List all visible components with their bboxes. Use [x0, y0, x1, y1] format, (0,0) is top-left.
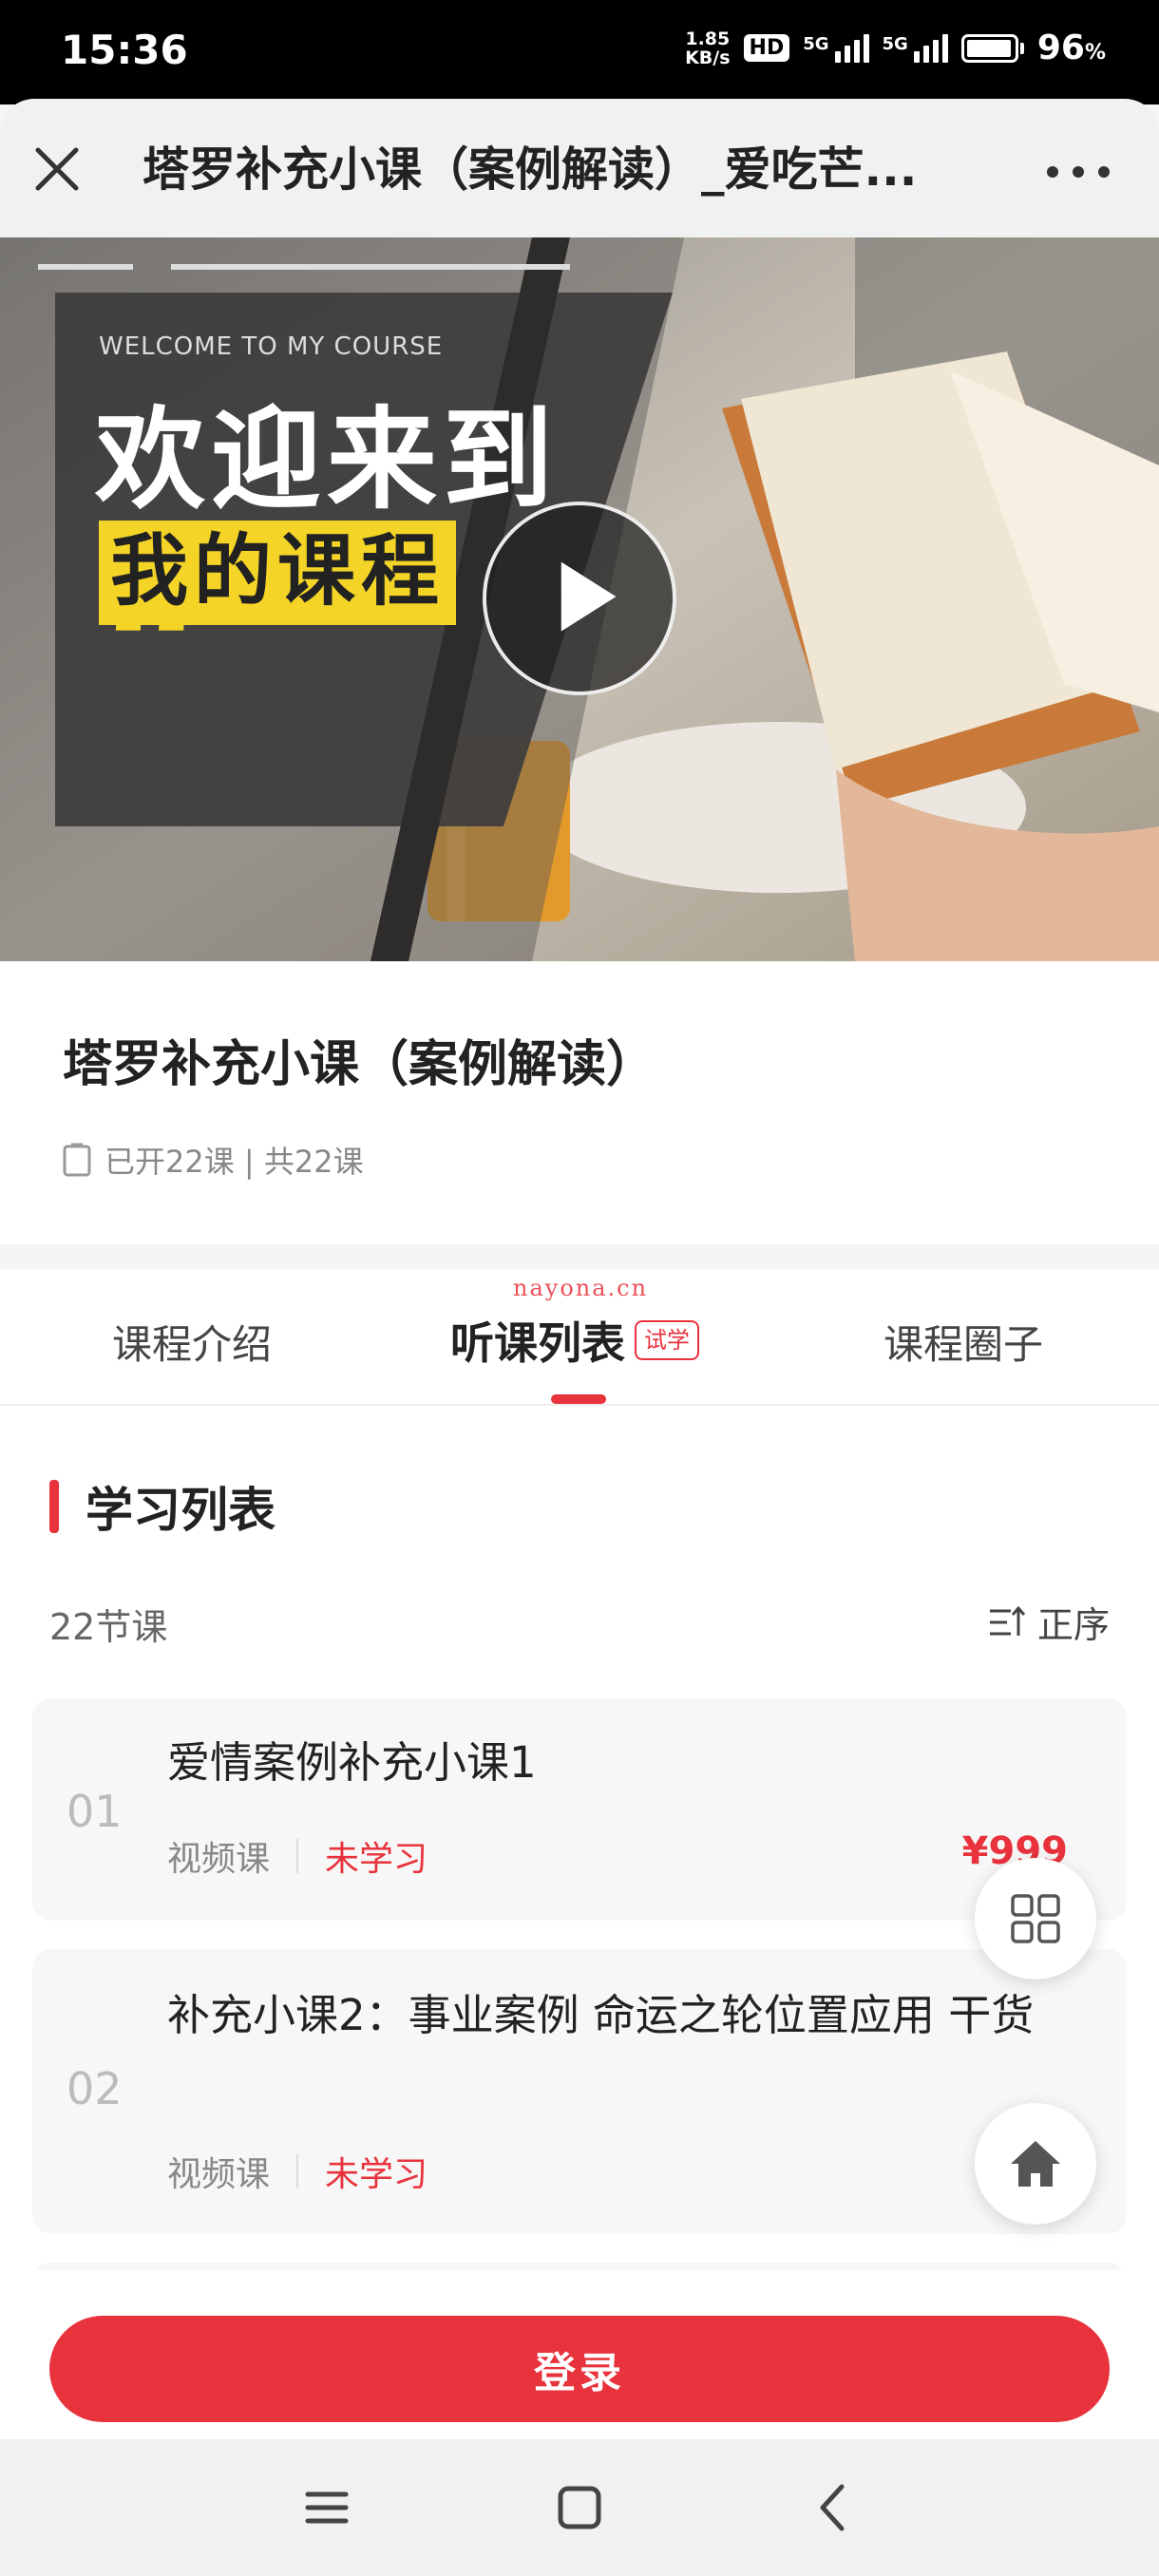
section-title: 学习列表 — [86, 1483, 276, 1538]
tab-lesson-list[interactable]: 听课列表 试学 — [450, 1309, 699, 1372]
lesson-status: 未学习 — [325, 2155, 428, 2194]
course-cover-video[interactable]: “ WELCOME TO MY COURSE 欢迎来到 我的课程 — [0, 237, 1159, 961]
hd-voice-icon: HD — [743, 34, 790, 62]
lesson-item[interactable]: 01 爱情案例补充小课1 视频课 未学习 ¥999 — [32, 1698, 1127, 1921]
tab-course-intro[interactable]: 课程介绍 — [112, 1313, 272, 1371]
course-title: 塔罗补充小课（案例解读） — [63, 1036, 656, 1093]
status-icons: 1.85 KB/s HD 5G 5G 96% — [685, 28, 1106, 67]
status-time: 15:36 — [61, 27, 188, 73]
section-accent-bar — [49, 1480, 59, 1533]
system-nav-bar — [0, 2439, 1159, 2576]
more-icon[interactable] — [1036, 148, 1121, 196]
home-square-icon[interactable] — [549, 2477, 610, 2538]
menu-icon[interactable] — [296, 2477, 357, 2538]
page-title: 塔罗补充小课（案例解读）_爱吃芒... — [142, 142, 918, 197]
home-button[interactable] — [975, 2103, 1096, 2225]
lesson-title: 补充小课2：事业案例 命运之轮位置应用 干货 — [167, 1990, 1035, 2040]
trial-badge: 试学 — [635, 1320, 699, 1360]
grid-icon — [1011, 1894, 1060, 1943]
signal-5g-icon: 5G — [803, 33, 869, 63]
banner-welcome-text: WELCOME TO MY COURSE — [99, 332, 444, 361]
lesson-type: 视频课 — [167, 2155, 271, 2194]
tab-course-circle[interactable]: 课程圈子 — [884, 1313, 1043, 1371]
meta-divider — [296, 1839, 299, 1873]
signal-5g-secondary-label: 5G — [882, 33, 908, 54]
lesson-type: 视频课 — [167, 1840, 271, 1879]
network-speed-unit: KB/s — [685, 47, 731, 68]
lesson-number: 02 — [66, 2063, 123, 2114]
grid-menu-button[interactable] — [975, 1858, 1096, 1979]
lesson-number: 01 — [66, 1786, 123, 1837]
course-info: 塔罗补充小课（案例解读） 已开22课 | 共22课 — [0, 961, 1159, 1244]
lesson-status: 未学习 — [325, 1840, 428, 1879]
lesson-count: 22节课 — [49, 1606, 168, 1648]
document-icon — [63, 1143, 91, 1177]
battery-icon — [960, 33, 1024, 63]
tab-lesson-list-label: 听课列表 — [450, 1317, 625, 1369]
lesson-item[interactable]: 02 补充小课2：事业案例 命运之轮位置应用 干货 视频课 未学习 — [32, 1949, 1127, 2234]
lesson-title: 爱情案例补充小课1 — [167, 1737, 537, 1788]
network-speed: 1.85 KB/s — [685, 29, 730, 67]
lesson-meta: 视频课 未学习 — [167, 2147, 428, 2196]
status-bar: 15:36 1.85 KB/s HD 5G 5G 96% — [0, 0, 1159, 104]
course-meta: 已开22课 | 共22课 — [63, 1138, 364, 1182]
lesson-meta: 视频课 未学习 — [167, 1831, 428, 1881]
sort-toggle[interactable]: 正序 — [988, 1596, 1110, 1648]
sort-label: 正序 — [1036, 1604, 1110, 1646]
banner-subheadline: 我的课程 — [99, 521, 457, 625]
meta-divider — [296, 2154, 299, 2188]
app-page: 15:36 1.85 KB/s HD 5G 5G 96% 塔罗补充小课（案例解读… — [0, 0, 1159, 2576]
login-bar: 登录 — [0, 2270, 1159, 2439]
signal-5g-secondary-icon: 5G — [882, 33, 948, 63]
active-tab-indicator — [551, 1394, 606, 1404]
close-icon[interactable] — [28, 141, 86, 198]
home-icon — [1011, 2141, 1060, 2187]
course-progress-text: 已开22课 | 共22课 — [104, 1144, 364, 1180]
play-icon[interactable] — [483, 502, 676, 695]
section-header: 学习列表 — [49, 1472, 276, 1541]
watermark-text: nayona.cn — [513, 1275, 649, 1301]
battery-percent: 96% — [1036, 28, 1106, 67]
network-speed-value: 1.85 — [685, 28, 731, 49]
login-button[interactable]: 登录 — [49, 2316, 1110, 2422]
sort-icon — [989, 1605, 1026, 1636]
signal-5g-label: 5G — [803, 33, 829, 54]
back-icon[interactable] — [804, 2477, 864, 2538]
webview-header: 塔罗补充小课（案例解读）_爱吃芒... — [0, 99, 1159, 237]
